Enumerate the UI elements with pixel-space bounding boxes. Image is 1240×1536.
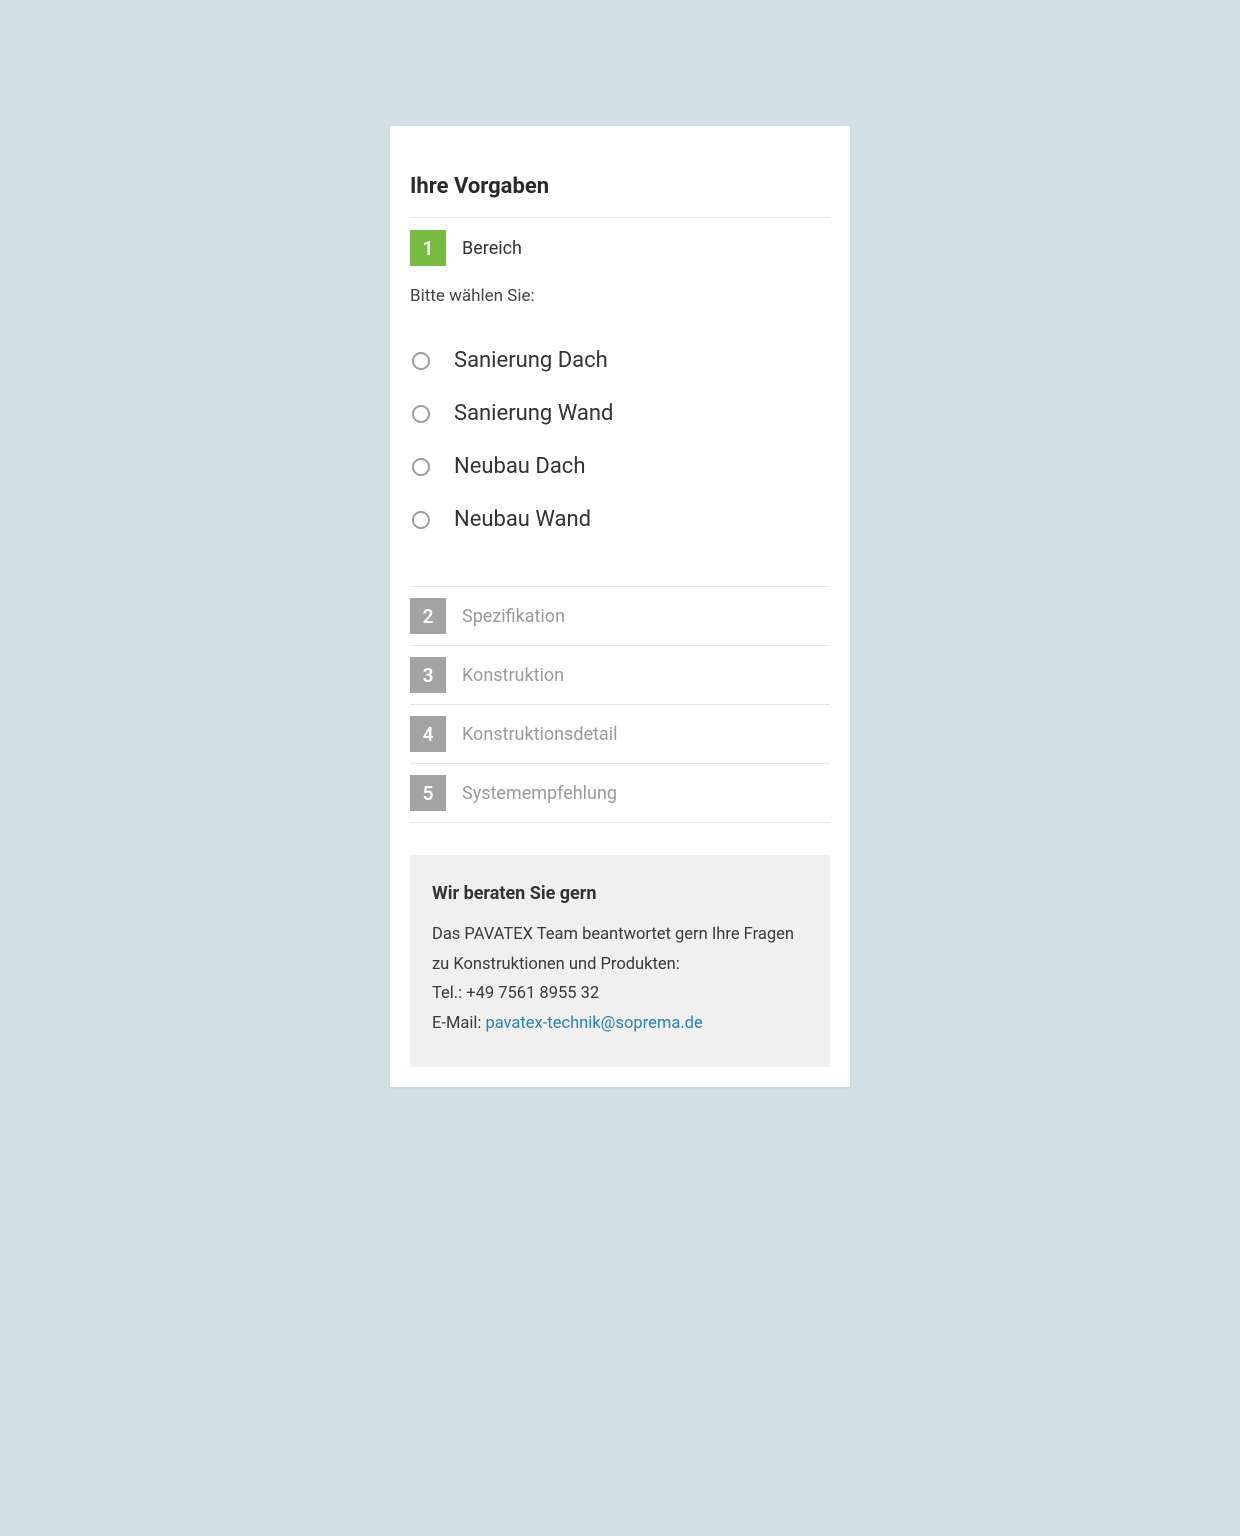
info-box: Wir beraten Sie gern Das PAVATEX Team be… xyxy=(410,855,830,1067)
options-list: Sanierung Dach Sanierung Wand Neubau Dac… xyxy=(410,334,830,546)
step-label: Konstruktionsdetail xyxy=(462,724,617,745)
step-number-active: 1 xyxy=(410,230,446,266)
step-number: 4 xyxy=(410,716,446,752)
step-number: 2 xyxy=(410,598,446,634)
step-konstruktionsdetail: 4 Konstruktionsdetail xyxy=(410,704,830,763)
step-label: Spezifikation xyxy=(462,606,565,627)
step-number: 3 xyxy=(410,657,446,693)
radio-icon xyxy=(412,352,430,370)
option-label: Neubau Wand xyxy=(454,507,591,532)
info-text: Das PAVATEX Team beantwortet gern Ihre F… xyxy=(432,920,808,1039)
option-sanierung-dach[interactable]: Sanierung Dach xyxy=(410,334,830,387)
step-spezifikation: 2 Spezifikation xyxy=(410,586,830,645)
option-sanierung-wand[interactable]: Sanierung Wand xyxy=(410,387,830,440)
prompt-text: Bitte wählen Sie: xyxy=(410,286,830,306)
info-tel-prefix: Tel.: xyxy=(432,984,466,1003)
radio-icon xyxy=(412,511,430,529)
page-title: Ihre Vorgaben xyxy=(410,174,830,199)
option-label: Neubau Dach xyxy=(454,454,585,479)
step-label: Konstruktion xyxy=(462,665,564,686)
step-label: Systemempfehlung xyxy=(462,783,617,804)
option-neubau-dach[interactable]: Neubau Dach xyxy=(410,440,830,493)
inactive-steps-list: 2 Spezifikation 3 Konstruktion 4 Konstru… xyxy=(410,586,830,823)
info-line1: Das PAVATEX Team beantwortet gern Ihre F… xyxy=(432,925,794,974)
step-systemempfehlung: 5 Systemempfehlung xyxy=(410,763,830,823)
info-email-prefix: E-Mail: xyxy=(432,1014,485,1033)
option-label: Sanierung Dach xyxy=(454,348,608,373)
radio-icon xyxy=(412,458,430,476)
step-label-active: Bereich xyxy=(462,238,522,259)
info-title: Wir beraten Sie gern xyxy=(432,883,808,904)
wizard-card: Ihre Vorgaben 1 Bereich Bitte wählen Sie… xyxy=(390,126,850,1087)
active-step-header: 1 Bereich xyxy=(410,218,830,278)
radio-icon xyxy=(412,405,430,423)
info-tel: +49 7561 8955 32 xyxy=(466,984,599,1003)
step-konstruktion: 3 Konstruktion xyxy=(410,645,830,704)
option-neubau-wand[interactable]: Neubau Wand xyxy=(410,493,830,546)
option-label: Sanierung Wand xyxy=(454,401,613,426)
step-number: 5 xyxy=(410,775,446,811)
info-email-link[interactable]: pavatex-technik@soprema.de xyxy=(485,1014,702,1033)
